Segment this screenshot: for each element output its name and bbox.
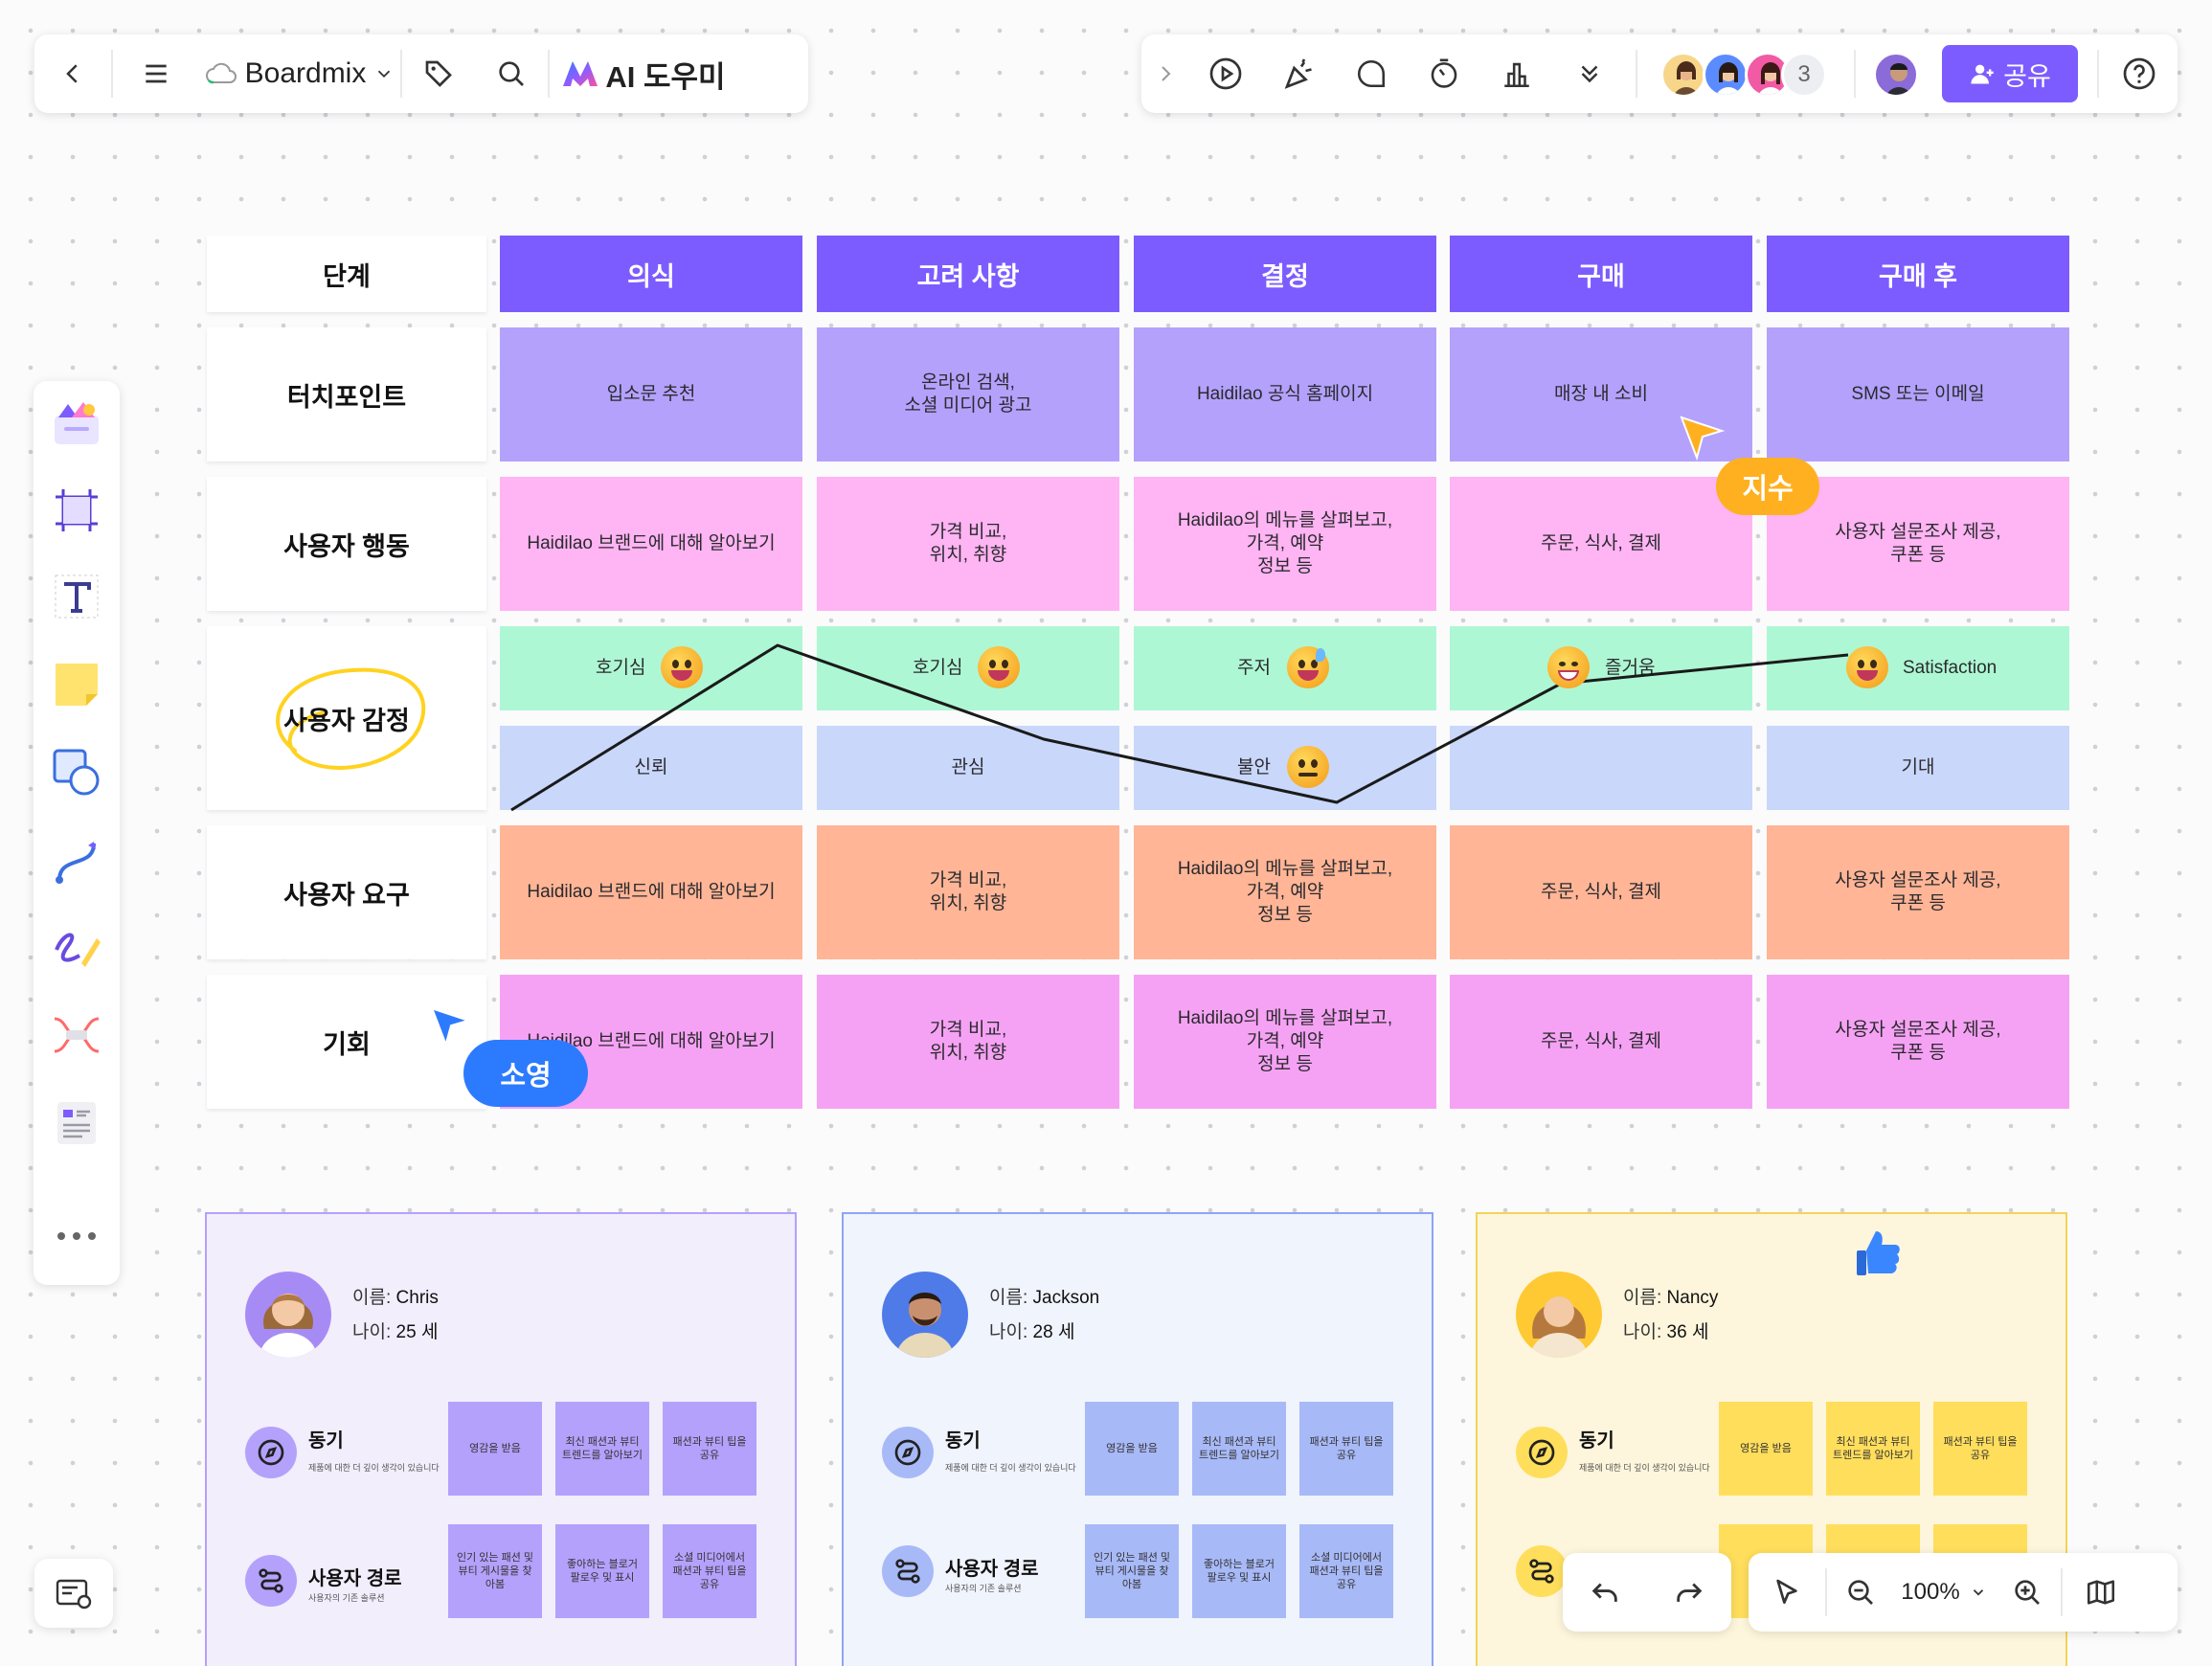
age-label: 나이: bbox=[989, 1322, 1028, 1342]
sticky-note[interactable]: 패션과 뷰티 팁을 공유 bbox=[1933, 1402, 2027, 1496]
sticky-note[interactable]: 소셜 미디어에서 패션과 뷰티 팁을 공유 bbox=[1299, 1524, 1393, 1618]
zoom-level-dropdown[interactable]: 100% bbox=[1894, 1564, 1994, 1621]
zoom-out-button[interactable] bbox=[1827, 1564, 1894, 1621]
compass-icon bbox=[1516, 1427, 1568, 1478]
persona-card[interactable]: 이름: Chris 나이: 25 세 동기 제품에 대한 더 깊이 생각이 있습… bbox=[205, 1212, 797, 1666]
zoom-in-icon bbox=[2015, 1580, 2040, 1605]
happy-face-icon bbox=[978, 646, 1020, 688]
persona-avatar bbox=[882, 1272, 968, 1358]
sticky-note[interactable]: 최신 패션과 뷰티 트렌드를 알아보기 bbox=[555, 1402, 649, 1496]
route-icon bbox=[882, 1545, 934, 1597]
sticky-note[interactable]: 최신 패션과 뷰티 트렌드를 알아보기 bbox=[1192, 1402, 1286, 1496]
path-title: 사용자 경로 bbox=[308, 1568, 402, 1589]
persona-age: 28 세 bbox=[1032, 1322, 1075, 1342]
persona-name: Chris bbox=[395, 1288, 439, 1308]
sticky-note[interactable]: 영감을 받음 bbox=[1719, 1402, 1813, 1496]
collaborator-cursor-label: 지수 bbox=[1716, 458, 1819, 515]
zoom-out-icon bbox=[1848, 1580, 1873, 1605]
persona-age: 36 세 bbox=[1666, 1322, 1709, 1342]
sticky-note[interactable]: 인기 있는 패션 및 뷰티 게시물을 찾아봄 bbox=[448, 1524, 542, 1618]
motive-title: 동기 bbox=[1579, 1430, 1614, 1452]
pointer-icon bbox=[1776, 1579, 1797, 1604]
persona-avatar bbox=[1516, 1272, 1602, 1358]
zoom-in-button[interactable] bbox=[1994, 1564, 2061, 1621]
sticky-note[interactable]: 최신 패션과 뷰티 트렌드를 알아보기 bbox=[1826, 1402, 1920, 1496]
cursor-arrow-icon bbox=[431, 1007, 471, 1047]
motive-subtitle: 제품에 대한 더 깊이 생각이 있습니다 bbox=[308, 1463, 440, 1473]
path-subtitle: 사용자의 기존 솔루션 bbox=[945, 1584, 1022, 1593]
collaborator-cursor-label: 소영 bbox=[463, 1040, 588, 1107]
sticky-note[interactable]: 패션과 뷰티 팁을 공유 bbox=[663, 1402, 756, 1496]
select-tool-button[interactable] bbox=[1749, 1564, 1825, 1621]
persona-avatar bbox=[245, 1272, 331, 1358]
name-label: 이름: bbox=[352, 1288, 392, 1308]
compass-icon bbox=[882, 1427, 934, 1478]
undo-button[interactable] bbox=[1571, 1564, 1638, 1621]
redo-icon bbox=[1677, 1583, 1703, 1602]
happy-face-icon bbox=[1846, 646, 1888, 688]
age-label: 나이: bbox=[352, 1322, 392, 1342]
sticky-note[interactable]: 영감을 받음 bbox=[1085, 1402, 1179, 1496]
motive-subtitle: 제품에 대한 더 깊이 생각이 있습니다 bbox=[1579, 1463, 1710, 1473]
path-subtitle: 사용자의 기존 솔루션 bbox=[308, 1593, 385, 1603]
name-label: 이름: bbox=[989, 1288, 1028, 1308]
sweat-smile-icon bbox=[1287, 646, 1329, 688]
grinning-face-icon bbox=[1547, 646, 1590, 688]
sticky-note[interactable]: 영감을 받음 bbox=[448, 1402, 542, 1496]
motive-title: 동기 bbox=[945, 1430, 981, 1452]
age-label: 나이: bbox=[1623, 1322, 1662, 1342]
persona-name: Nancy bbox=[1666, 1288, 1719, 1308]
route-icon bbox=[1516, 1545, 1568, 1597]
undo-icon bbox=[1591, 1583, 1617, 1602]
map-icon bbox=[2087, 1580, 2115, 1605]
zoom-level: 100% bbox=[1901, 1579, 1960, 1605]
sticky-note[interactable]: 좋아하는 블로거 팔로우 및 표시 bbox=[555, 1524, 649, 1618]
persona-age: 25 세 bbox=[395, 1322, 439, 1342]
thumbs-up-icon bbox=[1857, 1231, 1900, 1275]
zoom-toolbar: 100% bbox=[1749, 1553, 2178, 1632]
route-icon bbox=[245, 1555, 297, 1607]
name-label: 이름: bbox=[1623, 1288, 1662, 1308]
neutral-face-icon bbox=[1287, 746, 1329, 788]
path-title: 사용자 경로 bbox=[945, 1559, 1039, 1580]
sticky-note[interactable]: 인기 있는 패션 및 뷰티 게시물을 찾아봄 bbox=[1085, 1524, 1179, 1618]
chevron-down-icon bbox=[1973, 1589, 1983, 1596]
happy-face-icon bbox=[661, 646, 703, 688]
motive-title: 동기 bbox=[308, 1430, 344, 1452]
sticky-note[interactable]: 좋아하는 블로거 팔로우 및 표시 bbox=[1192, 1524, 1286, 1618]
cursor-arrow-icon bbox=[1680, 416, 1726, 462]
motive-subtitle: 제품에 대한 더 깊이 생각이 있습니다 bbox=[945, 1463, 1076, 1473]
persona-card[interactable]: 이름: Jackson 나이: 28 세 동기 제품에 대한 더 깊이 생각이 … bbox=[842, 1212, 1433, 1666]
sticky-note[interactable]: 소셜 미디어에서 패션과 뷰티 팁을 공유 bbox=[663, 1524, 756, 1618]
sticky-note[interactable]: 패션과 뷰티 팁을 공유 bbox=[1299, 1402, 1393, 1496]
redo-button[interactable] bbox=[1656, 1564, 1723, 1621]
history-toolbar bbox=[1563, 1553, 1731, 1632]
compass-icon bbox=[245, 1427, 297, 1478]
persona-name: Jackson bbox=[1032, 1288, 1100, 1308]
minimap-button[interactable] bbox=[2063, 1564, 2139, 1621]
